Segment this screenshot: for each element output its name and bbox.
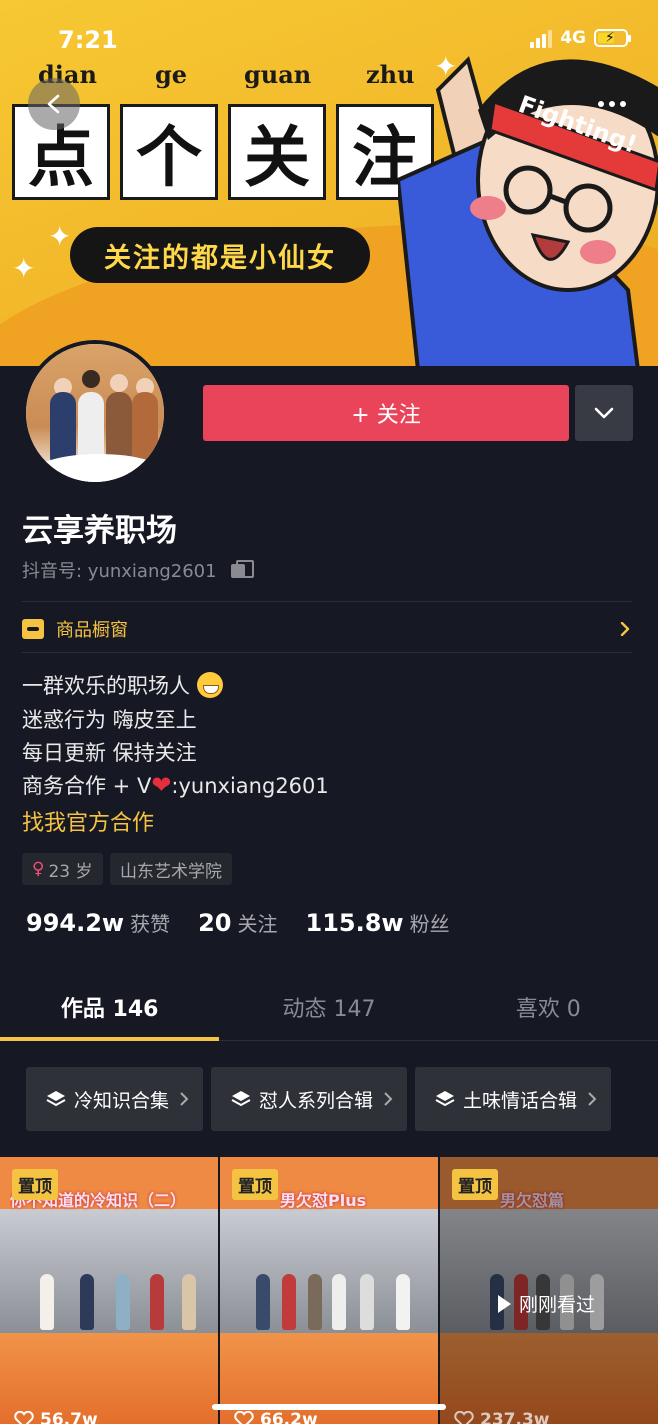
recently-watched-label: 刚刚看过 <box>519 1294 596 1316</box>
collection-label: 怼人系列合辑 <box>259 1089 374 1112</box>
stat-label: 粉丝 <box>409 912 450 936</box>
school-tag: 山东艺术学院 <box>110 853 232 885</box>
chevron-down-icon <box>594 407 614 419</box>
bio-line-3: 每日更新 保持关注 <box>22 741 197 765</box>
chevron-right-icon <box>588 1092 597 1106</box>
profile-stats: 994.2w 获赞 20 关注 115.8w 粉丝 <box>26 908 450 937</box>
age-text: 23 岁 <box>48 861 93 882</box>
bio-text: 一群欢乐的职场人 <box>22 674 190 698</box>
pinyin-guan: guan <box>244 60 312 89</box>
collection-label: 冷知识合集 <box>74 1089 170 1112</box>
stat-followers[interactable]: 115.8w 粉丝 <box>306 908 450 937</box>
collection-button[interactable]: 冷知识合集 <box>26 1067 204 1131</box>
mascot-illustration: Fighting! <box>398 56 658 366</box>
status-indicators: 4G ⚡ <box>530 28 631 48</box>
copy-icon[interactable] <box>230 560 254 580</box>
heart-outline-icon <box>14 1411 34 1424</box>
heart-emoji-icon: ❤ <box>151 771 172 799</box>
more-options-button[interactable] <box>592 86 632 122</box>
sparkle-icon: ✦ <box>48 220 72 253</box>
stat-following[interactable]: 20 关注 <box>198 908 277 937</box>
profile-banner: dian ge guan zhu 点 个 关 注 ✦ ✦ ✦ 关注的都是小仙女 … <box>0 0 658 366</box>
douyin-id: 抖音号: yunxiang2601 <box>22 561 217 582</box>
profile-tabs: 作品 146 动态 147 喜欢 0 <box>0 985 658 1041</box>
video-thumbnail[interactable]: 男欠怼Plus 置顶 66.2w <box>220 1157 438 1424</box>
video-likes: 66.2w <box>234 1410 318 1424</box>
layers-icon <box>231 1091 251 1107</box>
heart-outline-icon <box>234 1411 254 1424</box>
stat-number: 115.8w <box>305 909 404 937</box>
video-title: 男欠怼篇 <box>500 1191 565 1210</box>
like-count: 66.2w <box>260 1410 318 1424</box>
female-icon: ♀ <box>32 859 45 879</box>
banner-slogan: 关注的都是小仙女 <box>70 227 370 283</box>
battery-icon: ⚡ <box>594 29 631 47</box>
tab-likes[interactable]: 喜欢 0 <box>439 985 658 1040</box>
video-thumbnail[interactable]: 你不知道的冷知识（二） 置顶 56.7w <box>0 1157 218 1424</box>
back-button[interactable] <box>28 78 80 130</box>
sparkle-icon: ✦ <box>12 252 36 285</box>
play-icon <box>498 1294 511 1313</box>
like-count: 237.3w <box>480 1410 550 1424</box>
stat-number: 994.2w <box>26 909 125 937</box>
tab-activity[interactable]: 动态 147 <box>219 985 438 1040</box>
dot-icon <box>620 101 626 107</box>
divider <box>22 601 632 602</box>
pinned-badge: 置顶 <box>12 1169 58 1200</box>
collection-button[interactable]: 怼人系列合辑 <box>211 1067 408 1131</box>
shop-icon <box>22 619 44 639</box>
status-time: 7:21 <box>58 26 118 54</box>
stat-number: 20 <box>198 909 232 937</box>
dot-icon <box>609 101 615 107</box>
network-label: 4G <box>560 28 586 48</box>
pinyin-ge: ge <box>155 60 188 89</box>
banner-char-3: 关 <box>228 104 326 200</box>
tab-works[interactable]: 作品 146 <box>0 985 220 1041</box>
video-likes: 56.7w <box>14 1410 98 1424</box>
age-tag: ♀ 23 岁 <box>22 853 103 885</box>
chevron-right-icon <box>180 1092 189 1106</box>
stat-likes[interactable]: 994.2w 获赞 <box>26 908 170 937</box>
profile-nickname: 云享养职场 <box>22 513 177 549</box>
douyin-id-row: 抖音号: yunxiang2601 <box>22 557 254 583</box>
bio-text: 商务合作 + V <box>22 774 152 798</box>
heart-outline-icon <box>454 1411 474 1424</box>
like-count: 56.7w <box>40 1410 98 1424</box>
shop-window-row[interactable]: 商品橱窗 <box>22 612 632 646</box>
bio-line-1: 一群欢乐的职场人 <box>22 670 223 700</box>
bio-line-2: 迷惑行为 嗨皮至上 <box>22 708 197 732</box>
stat-label: 关注 <box>237 912 278 936</box>
collections-row: 冷知识合集 怼人系列合辑 土味情话合辑 <box>26 1067 612 1131</box>
chevron-right-icon <box>620 622 630 636</box>
dot-icon <box>598 101 604 107</box>
home-indicator[interactable] <box>212 1404 446 1410</box>
layers-icon <box>46 1091 66 1107</box>
layers-icon <box>435 1091 455 1107</box>
recently-watched-badge: 刚刚看过 <box>498 1290 595 1317</box>
signal-icon <box>530 28 553 48</box>
avatar[interactable] <box>22 340 168 486</box>
recommend-dropdown-button[interactable] <box>575 385 633 441</box>
chevron-right-icon <box>384 1092 393 1106</box>
shop-window-label: 商品橱窗 <box>56 620 128 641</box>
video-title: 男欠怼Plus <box>280 1191 367 1210</box>
pinned-badge: 置顶 <box>452 1169 498 1200</box>
collection-label: 土味情话合辑 <box>463 1089 578 1112</box>
divider <box>22 652 632 653</box>
chevron-left-icon <box>47 94 60 114</box>
bio-text: :yunxiang2601 <box>171 774 329 798</box>
grinning-emoji-icon <box>196 672 223 698</box>
banner-char-2: 个 <box>120 104 218 200</box>
official-cooperation-link[interactable]: 找我官方合作 <box>22 805 154 837</box>
collection-button[interactable]: 土味情话合辑 <box>415 1067 612 1131</box>
pinned-badge: 置顶 <box>232 1169 278 1200</box>
video-likes: 237.3w <box>454 1410 549 1424</box>
bio-line-4: 商务合作 + V❤:yunxiang2601 <box>22 770 329 800</box>
follow-button[interactable]: + 关注 <box>203 385 569 441</box>
stat-label: 获赞 <box>130 912 171 936</box>
